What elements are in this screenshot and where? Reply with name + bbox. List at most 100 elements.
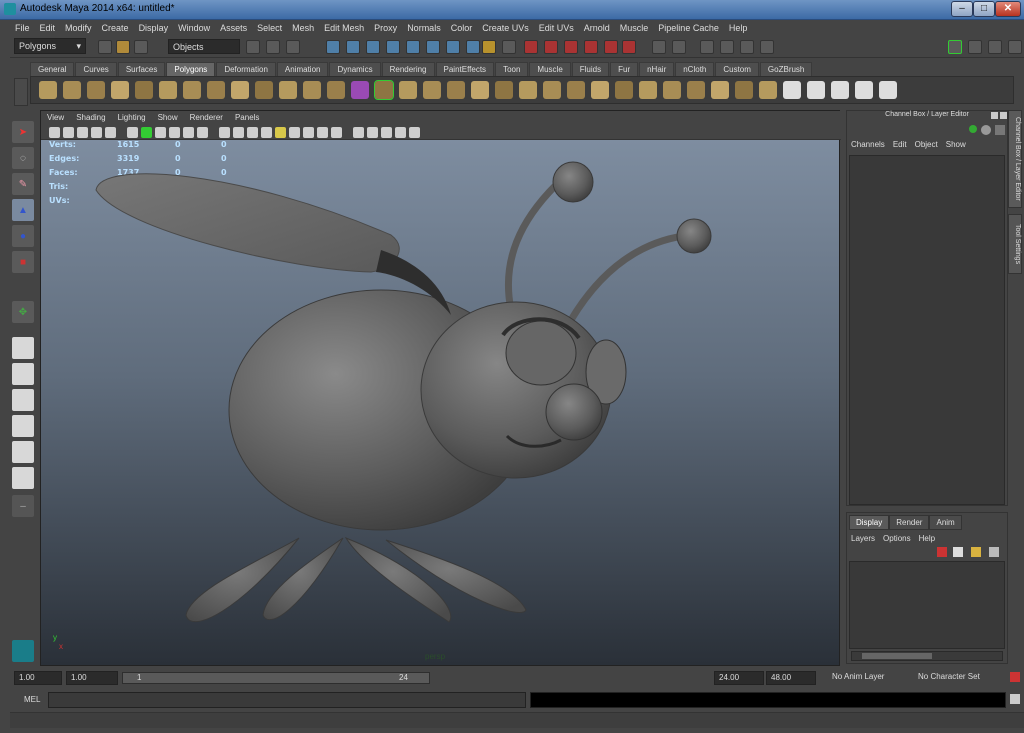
scrollbar-thumb[interactable]	[862, 653, 932, 659]
resolution-gate-icon[interactable]	[127, 127, 138, 138]
select-handles-icon[interactable]	[326, 40, 340, 54]
menu-create-uvs[interactable]: Create UVs	[477, 20, 534, 33]
channel-menu-object[interactable]: Object	[911, 140, 942, 149]
open-scene-icon[interactable]	[116, 40, 130, 54]
shelf-tab-rendering[interactable]: Rendering	[381, 62, 435, 77]
merge-vertices-icon[interactable]	[591, 81, 609, 99]
shelf-tab-curves[interactable]: Curves	[75, 62, 117, 77]
snap-point-icon[interactable]	[564, 40, 578, 54]
append-to-polygon-icon[interactable]	[423, 81, 441, 99]
poly-pyramid-icon[interactable]	[183, 81, 201, 99]
shelf-tab-nhair[interactable]: nHair	[639, 62, 675, 77]
select-surfaces-icon[interactable]	[386, 40, 400, 54]
persp-outliner-layout-icon[interactable]	[12, 389, 34, 411]
split-polygon-icon[interactable]	[447, 81, 465, 99]
smooth-shade-icon[interactable]	[233, 127, 244, 138]
paint-select-tool-icon[interactable]: ✎	[12, 173, 34, 195]
menu-select[interactable]: Select	[252, 20, 287, 33]
smooth-icon[interactable]	[327, 81, 345, 99]
menu-proxy[interactable]: Proxy	[369, 20, 402, 33]
viewport-menu-shading[interactable]: Shading	[70, 111, 111, 124]
mirror-geometry-icon[interactable]	[399, 81, 417, 99]
bee-model[interactable]	[41, 140, 839, 665]
uv-editor-icon[interactable]	[807, 81, 825, 99]
viewport-menu-panels[interactable]: Panels	[229, 111, 265, 124]
shadows-icon[interactable]	[289, 127, 300, 138]
select-tool-icon[interactable]: ➤	[12, 121, 34, 143]
input-ops-icon[interactable]	[652, 40, 666, 54]
viewport-menu-renderer[interactable]: Renderer	[184, 111, 229, 124]
attribute-editor-toggle-icon[interactable]	[948, 40, 962, 54]
shelf-tab-deformation[interactable]: Deformation	[216, 62, 276, 77]
save-scene-icon[interactable]	[134, 40, 148, 54]
shelf-tab-animation[interactable]: Animation	[276, 62, 329, 77]
command-language-label[interactable]: MEL	[24, 695, 40, 704]
bookmark-icon[interactable]	[77, 127, 88, 138]
shelf-tab-dynamics[interactable]: Dynamics	[329, 62, 381, 77]
layer-list[interactable]	[849, 561, 1005, 649]
cylindrical-mapping-icon[interactable]	[735, 81, 753, 99]
viewport-menu-show[interactable]: Show	[152, 111, 184, 124]
end-time-field[interactable]: 48.00	[766, 671, 816, 685]
textured-icon[interactable]	[261, 127, 272, 138]
make-live-icon[interactable]	[604, 40, 618, 54]
snap-view-plane-icon[interactable]	[584, 40, 598, 54]
select-misc-icon[interactable]	[466, 40, 480, 54]
viewport-menu-view[interactable]: View	[41, 111, 70, 124]
channel-box-toggle-icon[interactable]	[988, 40, 1002, 54]
start-time-field[interactable]: 1.00	[14, 671, 62, 685]
playback-start-field[interactable]: 1.00	[66, 671, 118, 685]
wireframe-on-shaded-icon[interactable]	[247, 127, 258, 138]
shelf-tab-surfaces[interactable]: Surfaces	[117, 62, 166, 77]
playback-end-field[interactable]: 24.00	[714, 671, 764, 685]
booleans-difference-icon[interactable]	[374, 80, 394, 100]
shelf-options-button[interactable]	[14, 78, 28, 106]
field-chart-icon[interactable]	[155, 127, 166, 138]
duplicate-face-icon[interactable]	[567, 81, 585, 99]
menu-file[interactable]: File	[10, 20, 35, 33]
xray-active-icon[interactable]	[395, 127, 406, 138]
channel-menu-show[interactable]: Show	[942, 140, 970, 149]
shelf-tab-fur[interactable]: Fur	[610, 62, 639, 77]
grid-toggle-icon[interactable]	[197, 127, 208, 138]
channel-settings-icon[interactable]	[981, 125, 991, 135]
render-view-icon[interactable]	[700, 40, 714, 54]
shelf-tab-custom[interactable]: Custom	[715, 62, 759, 77]
close-button[interactable]: ✕	[995, 1, 1021, 17]
channel-menu-edit[interactable]: Edit	[889, 140, 911, 149]
layer-tab-render[interactable]: Render	[889, 515, 930, 530]
view-transform-icon[interactable]	[409, 127, 420, 138]
range-slider[interactable]: 1 24	[122, 672, 430, 684]
isolate-select-icon[interactable]	[353, 127, 364, 138]
menu-edit-mesh[interactable]: Edit Mesh	[319, 20, 369, 33]
safe-title-icon[interactable]	[183, 127, 194, 138]
select-deformations-icon[interactable]	[406, 40, 420, 54]
new-scene-icon[interactable]	[98, 40, 112, 54]
anti-aliasing-icon[interactable]	[331, 127, 342, 138]
shelf-tab-painteffects[interactable]: PaintEffects	[435, 62, 495, 77]
poke-icon[interactable]	[687, 81, 705, 99]
more-layouts-icon[interactable]: –	[12, 495, 34, 517]
layer-editor-toggle-icon[interactable]	[1008, 40, 1022, 54]
layer-horizontal-scrollbar[interactable]	[851, 651, 1003, 661]
layer-move-down-icon[interactable]	[989, 547, 999, 557]
shelf-tab-toon[interactable]: Toon	[495, 62, 529, 77]
script-editor-icon[interactable]	[1010, 694, 1020, 704]
spherical-mapping-icon[interactable]	[759, 81, 777, 99]
planar-mapping-icon[interactable]	[711, 81, 729, 99]
offset-edge-loop-icon[interactable]	[495, 81, 513, 99]
layer-move-up-icon[interactable]	[971, 547, 981, 557]
manipulator-tool-icon[interactable]: ✥	[12, 301, 34, 323]
menu-edit[interactable]: Edit	[35, 20, 61, 33]
persp-uv-layout-icon[interactable]	[12, 467, 34, 489]
layout-uvs-icon[interactable]	[831, 81, 849, 99]
layer-menu-layers[interactable]: Layers	[847, 534, 879, 543]
shelf-tab-polygons[interactable]: Polygons	[166, 62, 216, 77]
select-camera-icon[interactable]	[49, 127, 60, 138]
render-settings-icon[interactable]	[760, 40, 774, 54]
menu-display[interactable]: Display	[134, 20, 174, 33]
channel-box-list[interactable]	[849, 155, 1005, 505]
float-panel-icon[interactable]	[991, 112, 998, 119]
lock-selection-icon[interactable]	[482, 40, 496, 54]
character-set-dropdown[interactable]: No Character Set	[918, 672, 980, 681]
